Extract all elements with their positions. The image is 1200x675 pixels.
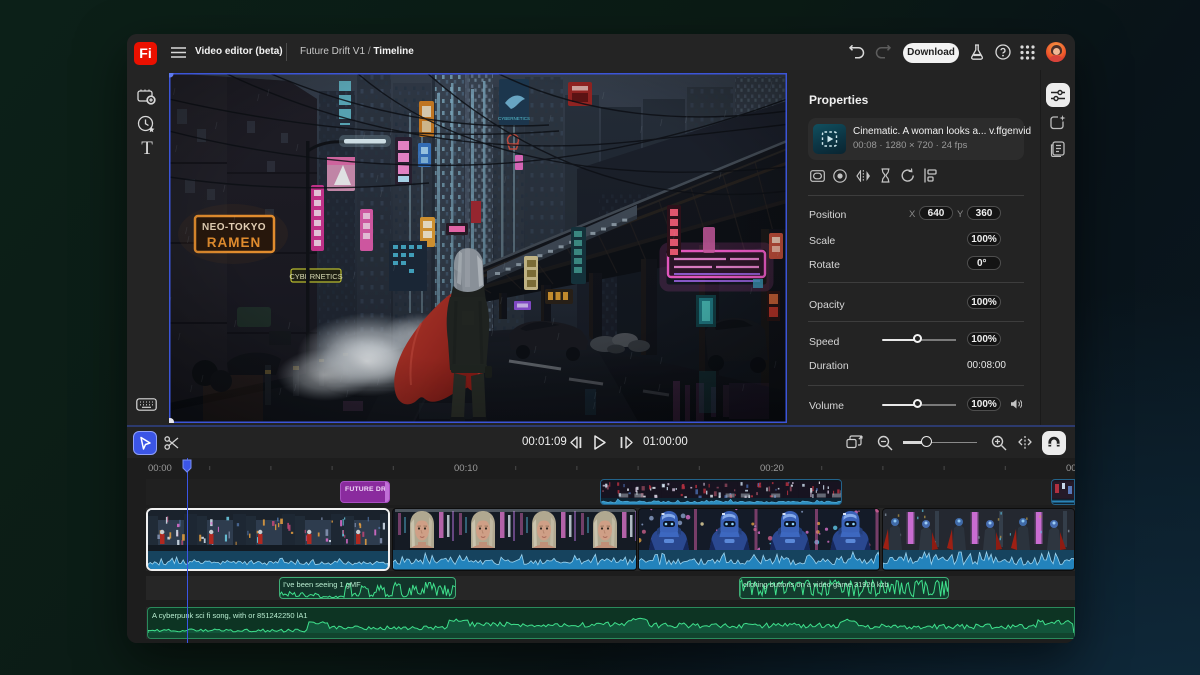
svg-text:00:00: 00:00 [148,463,172,474]
svg-text:00:20: 00:20 [760,463,784,474]
svg-text:00:10: 00:10 [454,463,478,474]
svg-text:00:30: 00:30 [1066,463,1075,474]
